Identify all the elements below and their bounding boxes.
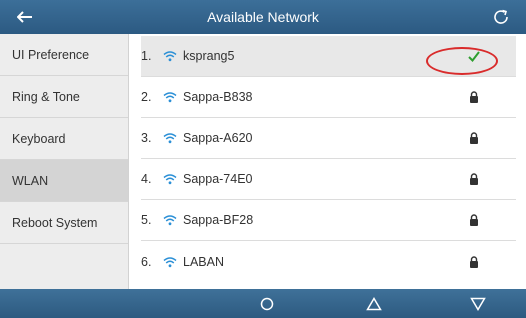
network-row[interactable]: 5. Sappa-BF28 <box>141 200 516 241</box>
network-name: Sappa-B838 <box>183 90 253 104</box>
sidebar-item-label: Reboot System <box>12 216 98 230</box>
sidebar-item-label: WLAN <box>12 174 49 188</box>
lock-icon <box>454 255 494 268</box>
network-name: Sappa-BF28 <box>183 213 254 227</box>
network-number: 3. <box>141 131 152 145</box>
sidebar-item-ui-preference[interactable]: UI Preference <box>0 34 128 76</box>
sidebar-item-label: Ring & Tone <box>12 90 80 104</box>
network-row[interactable]: 6. LABAN <box>141 241 516 282</box>
title-bar: Available Network <box>0 0 526 34</box>
network-number: 4. <box>141 172 152 186</box>
lock-icon <box>454 214 494 226</box>
network-number: 6. <box>141 254 152 269</box>
circle-home-icon <box>260 297 274 310</box>
home-button[interactable] <box>247 289 287 318</box>
sidebar-item-label: UI Preference <box>12 48 90 62</box>
lock-icon <box>454 132 494 144</box>
annotation-circle <box>426 47 498 75</box>
up-button[interactable] <box>354 289 394 318</box>
wifi-icon <box>163 256 177 268</box>
network-name: Sappa-A620 <box>183 131 253 145</box>
wifi-icon <box>163 91 177 103</box>
wifi-icon <box>163 50 177 62</box>
network-number: 5. <box>141 213 152 227</box>
triangle-down-icon <box>470 297 486 311</box>
network-row[interactable]: 3. Sappa-A620 <box>141 118 516 159</box>
sidebar-item-keyboard[interactable]: Keyboard <box>0 118 128 160</box>
wifi-icon <box>163 173 177 185</box>
sidebar-item-wlan[interactable]: WLAN <box>0 160 128 202</box>
sidebar-item-ring-tone[interactable]: Ring & Tone <box>0 76 128 118</box>
navigation-bar <box>0 289 526 318</box>
wifi-icon <box>163 214 177 226</box>
sidebar-item-reboot-system[interactable]: Reboot System <box>0 202 128 244</box>
network-number: 1. <box>141 49 152 63</box>
sidebar: UI Preference Ring & Tone Keyboard WLAN … <box>0 34 129 289</box>
network-name: LABAN <box>183 254 224 269</box>
network-list: 1. ksprang5 2. Sappa-B838 3. Sappa-A620 … <box>129 34 526 289</box>
network-name: ksprang5 <box>183 49 235 63</box>
down-button[interactable] <box>458 289 498 318</box>
triangle-up-icon <box>366 296 382 310</box>
refresh-button[interactable] <box>484 0 518 34</box>
lock-icon <box>454 91 494 103</box>
wifi-icon <box>163 132 177 144</box>
network-number: 2. <box>141 90 152 104</box>
network-row[interactable]: 4. Sappa-74E0 <box>141 159 516 200</box>
page-title: Available Network <box>207 9 319 25</box>
refresh-icon <box>494 9 508 24</box>
sidebar-item-label: Keyboard <box>12 132 66 146</box>
network-name: Sappa-74E0 <box>183 172 253 186</box>
network-row[interactable]: 2. Sappa-B838 <box>141 77 516 118</box>
lock-icon <box>454 173 494 185</box>
